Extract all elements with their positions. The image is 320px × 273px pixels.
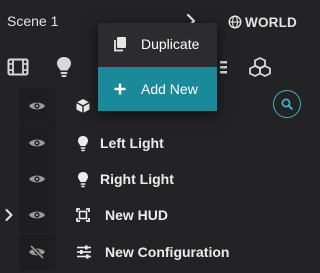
search-icon <box>281 98 293 110</box>
lightbulb-icon <box>75 170 91 188</box>
context-menu: Duplicate Add New <box>98 23 217 111</box>
eye-icon <box>29 175 45 183</box>
tree-row[interactable]: New HUD <box>0 197 308 233</box>
hud-icon <box>75 206 91 224</box>
plus-icon <box>112 81 128 97</box>
lightbulb-icon <box>75 134 91 152</box>
visibility-toggle[interactable] <box>19 234 55 270</box>
tree-row-label: New Configuration <box>105 244 230 260</box>
scene-title[interactable]: Scene 1 <box>7 13 58 29</box>
lightbulb-icon[interactable] <box>52 56 76 78</box>
world-label: WORLD <box>245 14 297 30</box>
menu-item-label: Duplicate <box>141 36 200 52</box>
tree-row-label: Left Light <box>100 135 164 151</box>
visibility-toggle[interactable] <box>19 88 55 124</box>
tree-row-label: Right Light <box>100 171 174 187</box>
tree-row[interactable]: Left Light <box>0 125 308 161</box>
globe-icon <box>228 15 242 29</box>
visibility-toggle[interactable] <box>19 161 55 197</box>
tree-row-label: New HUD <box>105 207 169 223</box>
eye-icon <box>29 102 45 110</box>
eye-icon <box>29 211 45 219</box>
cube-icon <box>75 97 91 115</box>
tree-row[interactable]: Right Light <box>0 161 308 197</box>
eye-slash-icon <box>29 245 45 259</box>
copy-icon <box>112 36 128 52</box>
tree-row[interactable]: New Configuration <box>0 234 308 270</box>
search-button[interactable] <box>273 90 301 118</box>
visibility-toggle[interactable] <box>19 197 55 233</box>
menu-item-label: Add New <box>141 81 198 97</box>
duplicate-menu-item[interactable]: Duplicate <box>98 23 217 65</box>
eye-icon <box>29 139 45 147</box>
cubes-icon[interactable] <box>248 56 272 78</box>
scene-panel: Scene 1 WORLD Left Light Right Light New… <box>0 0 308 273</box>
visibility-toggle[interactable] <box>19 125 55 161</box>
sliders-icon <box>76 243 92 261</box>
expand-chevron-icon[interactable] <box>4 208 14 222</box>
world-toggle[interactable]: WORLD <box>228 13 297 31</box>
add-new-menu-item[interactable]: Add New <box>98 67 217 111</box>
film-icon[interactable] <box>6 56 30 78</box>
